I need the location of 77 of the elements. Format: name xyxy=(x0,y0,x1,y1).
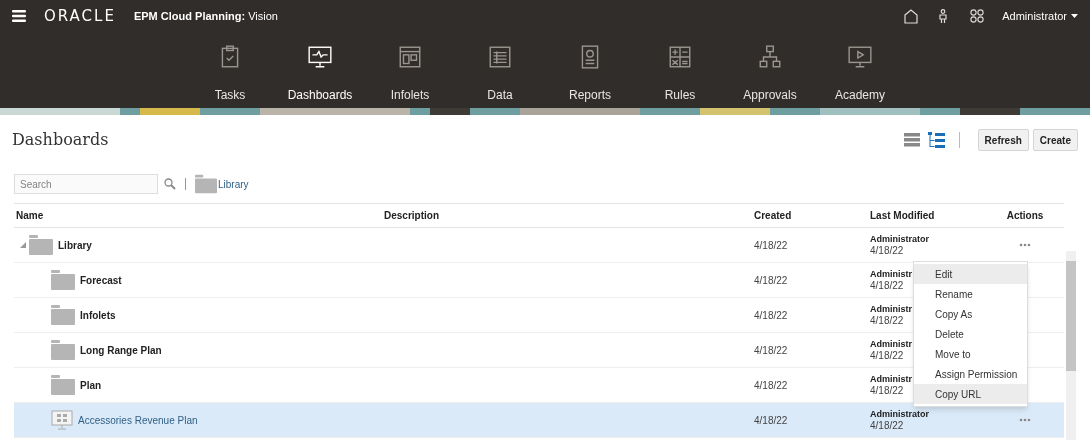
column-header: Last Modified xyxy=(870,209,936,223)
created-date: 4/18/22 xyxy=(754,378,789,393)
menu-item[interactable]: Move to xyxy=(914,344,1027,364)
tree-view-icon[interactable] xyxy=(927,131,945,149)
menu-item[interactable]: Copy As xyxy=(914,304,1027,324)
modified-date: 4/18/22 xyxy=(870,350,904,362)
folder-icon xyxy=(51,305,75,325)
home-icon[interactable] xyxy=(904,8,919,24)
created-date: 4/18/22 xyxy=(754,413,789,428)
breadcrumb-link[interactable]: Library xyxy=(218,176,249,192)
column-header: Created xyxy=(754,209,793,223)
nav-tab[interactable]: Data xyxy=(455,44,545,104)
actions-icon[interactable] xyxy=(1019,418,1031,422)
modified-date: 4/18/22 xyxy=(870,245,904,257)
folder-icon xyxy=(51,270,75,290)
nav-tab[interactable]: Infolets xyxy=(365,44,455,104)
app-title: EPM Cloud Planning: Vision xyxy=(133,8,278,24)
modified-date: 4/18/22 xyxy=(870,280,904,292)
modified-by: Administr xyxy=(870,303,912,315)
brand-logo: ORACLE xyxy=(44,5,116,27)
rules-icon xyxy=(667,44,693,70)
item-name[interactable]: Accessories Revenue Plan xyxy=(78,412,198,428)
page-title: Dashboards xyxy=(12,129,109,151)
collapse-icon[interactable] xyxy=(20,242,26,248)
menu-item[interactable]: Rename xyxy=(914,284,1027,304)
item-name[interactable]: Plan xyxy=(80,377,102,393)
modified-by: Administr xyxy=(870,268,912,280)
dashboards-icon xyxy=(307,44,333,70)
modified-date: 4/18/22 xyxy=(870,315,904,327)
folder-icon xyxy=(29,235,53,255)
folder-icon xyxy=(51,375,75,395)
created-date: 4/18/22 xyxy=(754,308,789,323)
user-menu[interactable]: Administrator xyxy=(1002,7,1078,25)
search-field[interactable]: Search xyxy=(14,174,158,194)
item-name[interactable]: Forecast xyxy=(80,272,122,288)
table-row[interactable]: Accessories Revenue Plan 4/18/22 Administrator 4/18/22 xyxy=(14,403,1064,438)
menu-item[interactable]: Assign Permission xyxy=(914,364,1027,384)
created-date: 4/18/22 xyxy=(754,343,789,358)
modified-by: Administr xyxy=(870,373,912,385)
modified-by: Administrator xyxy=(870,233,929,245)
column-header: Actions xyxy=(1005,209,1045,223)
column-header: Description xyxy=(384,209,440,223)
nav-tab[interactable]: Rules xyxy=(635,44,725,104)
created-date: 4/18/22 xyxy=(754,273,789,288)
menu-item[interactable]: Copy URL xyxy=(914,384,1027,404)
dashboard-icon xyxy=(51,410,73,430)
nav-tab[interactable]: Approvals xyxy=(725,44,815,104)
approvals-icon xyxy=(757,44,783,70)
data-icon xyxy=(487,44,513,70)
modified-date: 4/18/22 xyxy=(870,420,904,432)
person-icon[interactable] xyxy=(938,8,949,24)
item-name[interactable]: Library xyxy=(58,237,92,253)
create-button[interactable]: Create xyxy=(1032,129,1078,151)
search-icon[interactable] xyxy=(164,178,176,190)
nav-tab[interactable]: Dashboards xyxy=(275,44,365,104)
caret-icon xyxy=(1071,14,1078,18)
item-name[interactable]: Infolets xyxy=(80,307,116,323)
column-header: Name xyxy=(15,209,45,223)
created-date: 4/18/22 xyxy=(754,238,789,253)
actions-icon[interactable] xyxy=(1019,243,1031,247)
refresh-button[interactable]: Refresh xyxy=(977,129,1029,151)
folder-icon xyxy=(51,340,75,360)
nav-tab[interactable]: Reports xyxy=(545,44,635,104)
nav-tab[interactable]: Academy xyxy=(815,44,905,104)
modified-by: Administr xyxy=(870,338,912,350)
menu-item[interactable]: Delete xyxy=(914,324,1027,344)
folder-icon xyxy=(195,174,217,194)
item-name[interactable]: Long Range Plan xyxy=(80,342,162,358)
menu-icon[interactable] xyxy=(12,10,26,22)
modified-date: 4/18/22 xyxy=(870,385,904,397)
apps-icon[interactable] xyxy=(970,9,985,23)
list-view-icon[interactable] xyxy=(903,133,920,147)
modified-by: Administrator xyxy=(870,408,929,420)
academy-icon xyxy=(847,44,873,70)
nav-tab[interactable]: Tasks xyxy=(185,44,275,104)
infolets-icon xyxy=(397,44,423,70)
menu-item[interactable]: Edit xyxy=(914,264,1027,284)
